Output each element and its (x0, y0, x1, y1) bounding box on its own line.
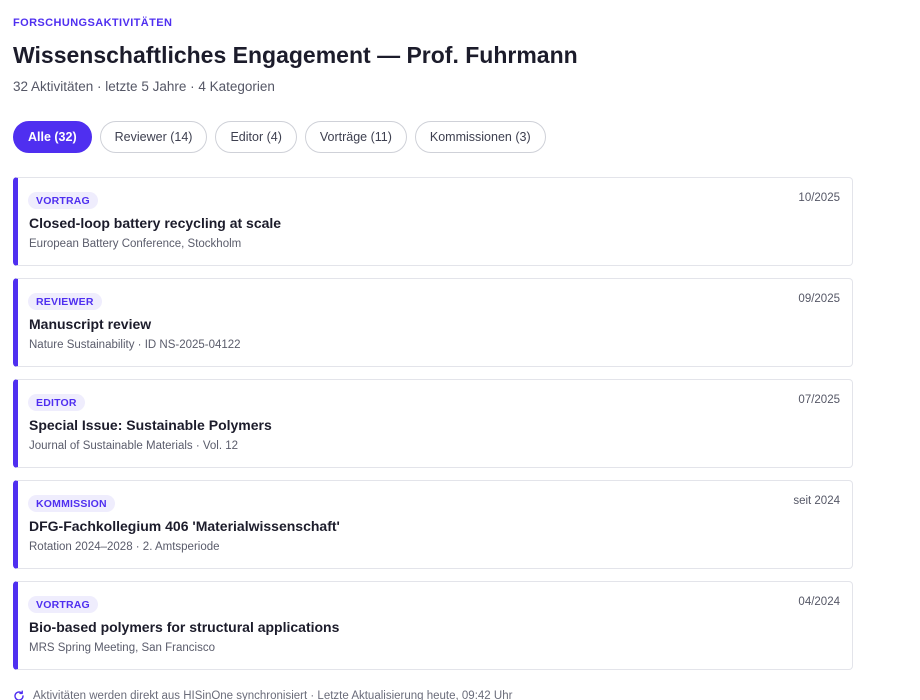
activity-type-badge: REVIEWER (28, 293, 102, 310)
sync-icon (13, 690, 25, 700)
filter-chip-kommissionen[interactable]: Kommissionen (3) (414, 121, 546, 153)
activity-list: VORTRAG 10/2025 Closed-loop battery recy… (13, 177, 853, 682)
filter-chip-editor[interactable]: Editor (4) (215, 121, 297, 153)
activity-date: seit 2024 (793, 495, 840, 507)
activity-type-badge: KOMMISSION (28, 495, 115, 512)
sync-status-text: Aktivitäten werden direkt aus HISinOne s… (33, 690, 513, 700)
activity-card[interactable]: KOMMISSION seit 2024 DFG-Fachkollegium 4… (13, 480, 853, 569)
activity-card[interactable]: VORTRAG 04/2024 Bio-based polymers for s… (13, 581, 853, 670)
filter-chip-alle[interactable]: Alle (32) (13, 121, 92, 153)
activity-card[interactable]: EDITOR 07/2025 Special Issue: Sustainabl… (13, 379, 853, 468)
activity-title: DFG-Fachkollegium 406 'Materialwissensch… (29, 518, 340, 534)
filter-chip-reviewer[interactable]: Reviewer (14) (99, 121, 208, 153)
activity-meta: Journal of Sustainable Materials · Vol. … (29, 440, 239, 452)
activity-meta: Nature Sustainability · ID NS-2025-04122 (29, 339, 241, 351)
activity-card[interactable]: REVIEWER 09/2025 Manuscript review Natur… (13, 278, 853, 367)
activity-title: Manuscript review (29, 316, 152, 332)
activity-meta: European Battery Conference, Stockholm (29, 238, 242, 250)
page-title: Wissenschaftliches Engagement — Prof. Fu… (13, 42, 578, 68)
page-subtitle: 32 Aktivitäten · letzte 5 Jahre · 4 Kate… (13, 79, 275, 94)
activity-title: Special Issue: Sustainable Polymers (29, 417, 272, 433)
activity-date: 10/2025 (798, 192, 840, 204)
activity-type-badge: EDITOR (28, 394, 85, 411)
activity-meta: Rotation 2024–2028 · 2. Amtsperiode (29, 541, 220, 553)
activity-date: 04/2024 (798, 596, 840, 608)
activity-type-badge: VORTRAG (28, 596, 98, 613)
activity-meta: MRS Spring Meeting, San Francisco (29, 642, 215, 654)
section-eyebrow: FORSCHUNGSAKTIVITÄTEN (13, 17, 173, 29)
activity-title: Closed-loop battery recycling at scale (29, 215, 282, 231)
activity-date: 09/2025 (798, 293, 840, 305)
activity-date: 07/2025 (798, 394, 840, 406)
filter-chips: Alle (32) Reviewer (14) Editor (4) Vortr… (13, 121, 546, 153)
activity-card[interactable]: VORTRAG 10/2025 Closed-loop battery recy… (13, 177, 853, 266)
sync-footer: Aktivitäten werden direkt aus HISinOne s… (13, 690, 512, 700)
filter-chip-vortraege[interactable]: Vorträge (11) (304, 121, 407, 153)
activity-title: Bio-based polymers for structural applic… (29, 619, 340, 635)
activity-type-badge: VORTRAG (28, 192, 98, 209)
